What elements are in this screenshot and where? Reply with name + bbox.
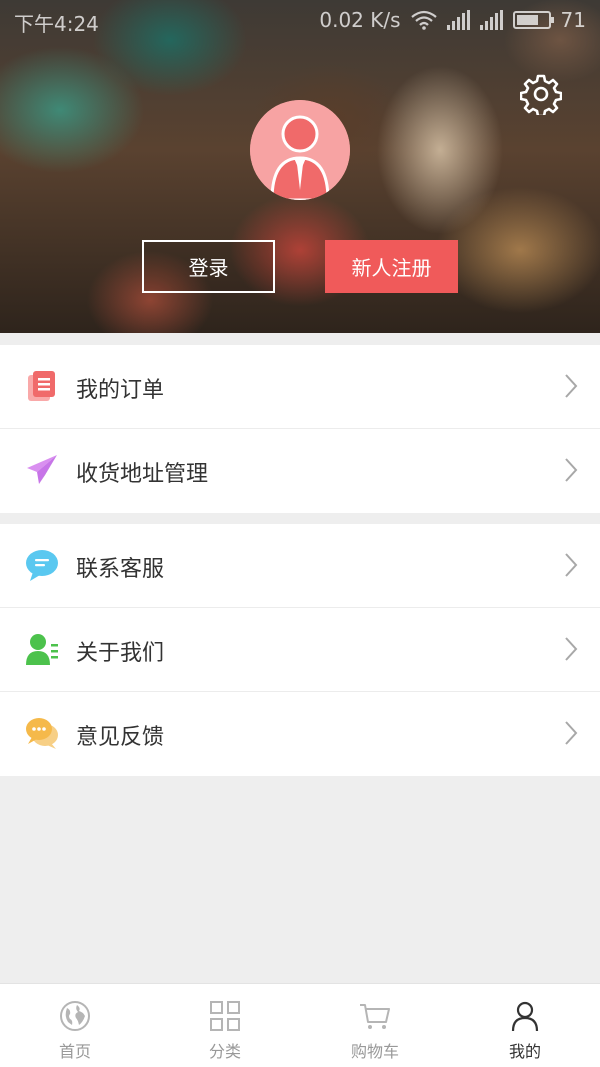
menu-label-address: 收货地址管理 — [76, 462, 209, 487]
wifi-icon — [410, 10, 437, 30]
nav-item-cart[interactable]: 购物车 — [300, 984, 450, 1067]
signal-icon-2 — [479, 10, 503, 30]
gear-icon[interactable] — [520, 73, 562, 115]
paper-plane-icon — [27, 455, 57, 484]
feedback-icon — [26, 718, 58, 749]
grid-icon — [210, 1001, 240, 1031]
order-icon — [28, 371, 55, 401]
menu-label-feedback: 意见反馈 — [76, 725, 165, 750]
globe-icon — [60, 1001, 90, 1031]
menu-item-my-orders[interactable]: 我的订单 — [0, 345, 600, 429]
chat-bubble-icon — [26, 550, 58, 581]
chevron-right-icon — [565, 553, 578, 577]
chevron-right-icon — [565, 721, 578, 745]
cart-icon — [360, 1004, 390, 1029]
battery-icon — [512, 11, 554, 29]
nav-label-category: 分类 — [208, 1042, 241, 1061]
status-time: 下午4:24 — [14, 12, 99, 36]
login-button[interactable]: 登录 — [142, 240, 275, 293]
menu-label-my-orders: 我的订单 — [76, 378, 165, 403]
nav-item-mine[interactable]: 我的 — [450, 984, 600, 1067]
status-bar: 下午4:24 0.02 K/s 71 — [0, 0, 600, 40]
profile-header: 下午4:24 0.02 K/s 71 登录 新人注册 — [0, 0, 600, 333]
person-icon — [511, 1001, 539, 1032]
signal-icon — [446, 10, 470, 30]
menu-item-feedback[interactable]: 意见反馈 — [0, 692, 600, 776]
battery-level: 71 — [560, 8, 586, 32]
nav-item-category[interactable]: 分类 — [150, 984, 300, 1067]
avatar[interactable] — [250, 100, 350, 200]
menu-group-support: 联系客服 关于我们 意见反馈 — [0, 524, 600, 776]
nav-label-cart: 购物车 — [350, 1042, 399, 1061]
chevron-right-icon — [565, 458, 578, 482]
chevron-right-icon — [565, 637, 578, 661]
user-avatar-icon — [250, 100, 350, 200]
nav-label-home: 首页 — [58, 1042, 91, 1061]
menu-label-customer-service: 联系客服 — [76, 557, 165, 582]
register-button[interactable]: 新人注册 — [325, 240, 458, 293]
bottom-nav: 首页 分类 购物车 我的 — [0, 983, 600, 1067]
contact-icon — [26, 634, 58, 665]
chevron-right-icon — [565, 374, 578, 398]
nav-item-home[interactable]: 首页 — [0, 984, 150, 1067]
menu-item-customer-service[interactable]: 联系客服 — [0, 524, 600, 608]
nav-label-mine: 我的 — [508, 1042, 541, 1061]
menu-label-about-us: 关于我们 — [76, 641, 165, 666]
menu-item-about-us[interactable]: 关于我们 — [0, 608, 600, 692]
menu-item-address[interactable]: 收货地址管理 — [0, 429, 600, 513]
status-indicators: 0.02 K/s 71 — [319, 8, 586, 32]
menu-group-orders: 我的订单 收货地址管理 — [0, 345, 600, 513]
network-speed: 0.02 K/s — [319, 8, 401, 32]
